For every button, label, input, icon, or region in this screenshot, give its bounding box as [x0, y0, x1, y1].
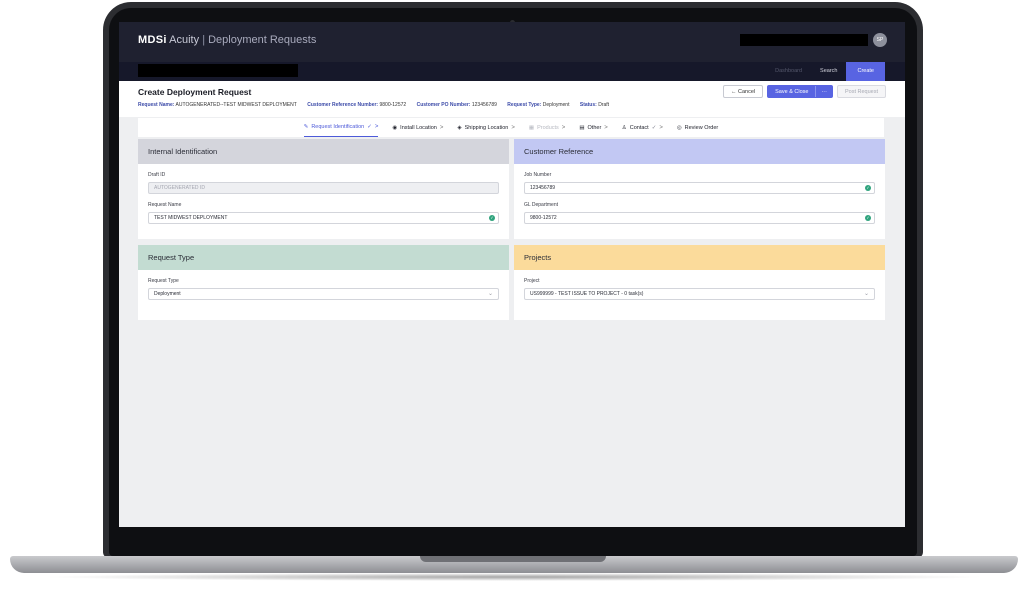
- grid-icon: ▦: [528, 124, 535, 131]
- customer-reference-panel: Customer Reference Job Number 123456789 …: [514, 139, 885, 239]
- step-review-order[interactable]: ◎ Review Order: [677, 118, 718, 137]
- field-label: Project: [524, 278, 540, 284]
- valid-check-icon: ✓: [865, 215, 871, 221]
- laptop-shadow: [40, 573, 988, 581]
- step-label: Products: [537, 124, 559, 131]
- check-icon: ✓: [651, 124, 657, 131]
- person-icon: ♙: [621, 124, 627, 131]
- step-label: Review Order: [684, 124, 719, 131]
- field-value: TEST MIDWEST DEPLOYMENT: [154, 215, 228, 221]
- meta-key: Customer Reference Number:: [307, 102, 379, 108]
- app-screen: MDSi Acuity | Deployment Requests SP Das…: [119, 22, 905, 527]
- chevron-down-icon: ⌄: [863, 291, 869, 297]
- valid-check-icon: ✓: [489, 215, 495, 221]
- edit-icon: ✎: [303, 124, 309, 130]
- field-value: 9800-12572: [530, 215, 557, 221]
- meta-key: Status:: [579, 102, 597, 108]
- logo: MDSi: [138, 34, 167, 46]
- internal-identification-panel: Internal Identification Draft ID AUTOGEN…: [138, 139, 509, 239]
- eye-icon: ◎: [676, 124, 682, 131]
- top-bar: MDSi Acuity | Deployment Requests SP: [119, 22, 905, 62]
- panel-title: Projects: [514, 245, 885, 270]
- cancel-button[interactable]: ← Cancel: [722, 85, 764, 98]
- field-label: Draft ID: [148, 172, 166, 178]
- more-options-button[interactable]: ···: [815, 86, 832, 97]
- avatar[interactable]: SP: [873, 33, 887, 47]
- chevron-down-icon: ⌄: [487, 291, 493, 297]
- truck-icon: ◈: [457, 124, 462, 131]
- chevron-right-icon: >: [511, 124, 515, 131]
- meta-status: Draft: [598, 102, 610, 108]
- step-label: Other: [587, 124, 602, 131]
- draft-id-field: AUTOGENERATED ID: [148, 182, 499, 194]
- panel-title: Request Type: [138, 245, 509, 270]
- projects-panel: Projects Project US999999 - TEST ISSUE T…: [514, 245, 885, 320]
- user-name-redacted: [740, 34, 868, 46]
- meta-key: Request Type:: [507, 102, 542, 108]
- cancel-label: Cancel: [738, 89, 756, 95]
- chevron-right-icon: >: [659, 124, 663, 131]
- product-name: Acuity: [169, 34, 200, 46]
- request-type-panel: Request Type Request Type Deployment ⌄: [138, 245, 509, 320]
- request-meta: Request Name: AUTOGENERATED--TEST MIDWES…: [138, 102, 618, 108]
- meta-key: Customer PO Number:: [416, 102, 471, 108]
- save-close-label: Save & Close: [775, 89, 809, 95]
- job-number-field[interactable]: 123456789 ✓: [524, 182, 875, 194]
- pin-icon: ◉: [392, 124, 398, 131]
- meta-request-type: Deployment: [542, 102, 570, 108]
- chevron-right-icon: >: [439, 124, 444, 131]
- step-label: Install Location: [400, 124, 437, 131]
- header-actions: ← Cancel Save & Close ··· Post Request: [722, 85, 886, 98]
- step-label: Shipping Location: [464, 124, 509, 131]
- panel-title: Internal Identification: [138, 139, 509, 164]
- step-shipping-location[interactable]: ◈ Shipping Location >: [457, 118, 514, 137]
- module-name: Deployment Requests: [208, 34, 317, 46]
- nav-create[interactable]: Create: [846, 62, 885, 81]
- project-select[interactable]: US999999 - TEST ISSUE TO PROJECT - 0 tas…: [524, 288, 875, 300]
- nav-links: Dashboard Search Create: [766, 62, 885, 81]
- chevron-right-icon: >: [561, 124, 566, 131]
- meta-request-name: AUTOGENERATED--TEST MIDWEST DEPLOYMENT: [175, 102, 297, 108]
- field-label: Job Number: [524, 172, 552, 178]
- step-other[interactable]: ▤ Other >: [579, 118, 607, 137]
- laptop-notch: [420, 556, 606, 562]
- meta-key: Request Name:: [138, 102, 175, 108]
- request-name-field[interactable]: TEST MIDWEST DEPLOYMENT ✓: [148, 212, 499, 224]
- nav-dashboard[interactable]: Dashboard: [766, 62, 811, 81]
- step-install-location[interactable]: ◉ Install Location >: [392, 118, 443, 137]
- back-arrow-icon: ←: [730, 89, 739, 95]
- post-request-button[interactable]: Post Request: [836, 85, 886, 98]
- chevron-right-icon: >: [604, 124, 608, 131]
- step-request-identification[interactable]: ✎ Request Identification ✓ >: [303, 118, 379, 137]
- brand-separator: |: [202, 34, 206, 46]
- step-products[interactable]: ▦ Products >: [529, 118, 565, 137]
- valid-check-icon: ✓: [865, 185, 871, 191]
- page-title: Create Deployment Request: [138, 87, 252, 97]
- note-icon: ▤: [579, 124, 585, 131]
- gl-department-field[interactable]: 9800-12572 ✓: [524, 212, 875, 224]
- step-label: Contact: [629, 124, 649, 131]
- page-header: Create Deployment Request Request Name: …: [119, 81, 905, 117]
- meta-customer-ref: 9800-12572: [379, 102, 407, 108]
- check-icon: ✓: [367, 124, 372, 130]
- field-label: GL Department: [524, 202, 558, 208]
- chevron-right-icon: >: [374, 124, 379, 130]
- nav-search[interactable]: Search: [811, 62, 846, 81]
- step-navigation: ✎ Request Identification ✓ > ◉ Install L…: [138, 118, 884, 137]
- app-brand[interactable]: MDSi Acuity | Deployment Requests: [138, 34, 316, 46]
- field-value: Deployment: [154, 291, 181, 297]
- step-label: Request Identification: [311, 124, 365, 130]
- field-value: 123456789: [530, 185, 556, 191]
- field-value: US999999 - TEST ISSUE TO PROJECT - 0 tas…: [530, 291, 644, 297]
- step-contact[interactable]: ♙ Contact ✓ >: [622, 118, 663, 137]
- save-close-button[interactable]: Save & Close ···: [767, 85, 833, 98]
- meta-po-number: 123456789: [471, 102, 497, 108]
- panel-title: Customer Reference: [514, 139, 885, 164]
- account-redacted: [138, 64, 298, 77]
- field-label: Request Type: [148, 278, 179, 284]
- request-type-select[interactable]: Deployment ⌄: [148, 288, 499, 300]
- field-label: Request Name: [148, 202, 182, 208]
- nav-bar: Dashboard Search Create: [119, 62, 905, 81]
